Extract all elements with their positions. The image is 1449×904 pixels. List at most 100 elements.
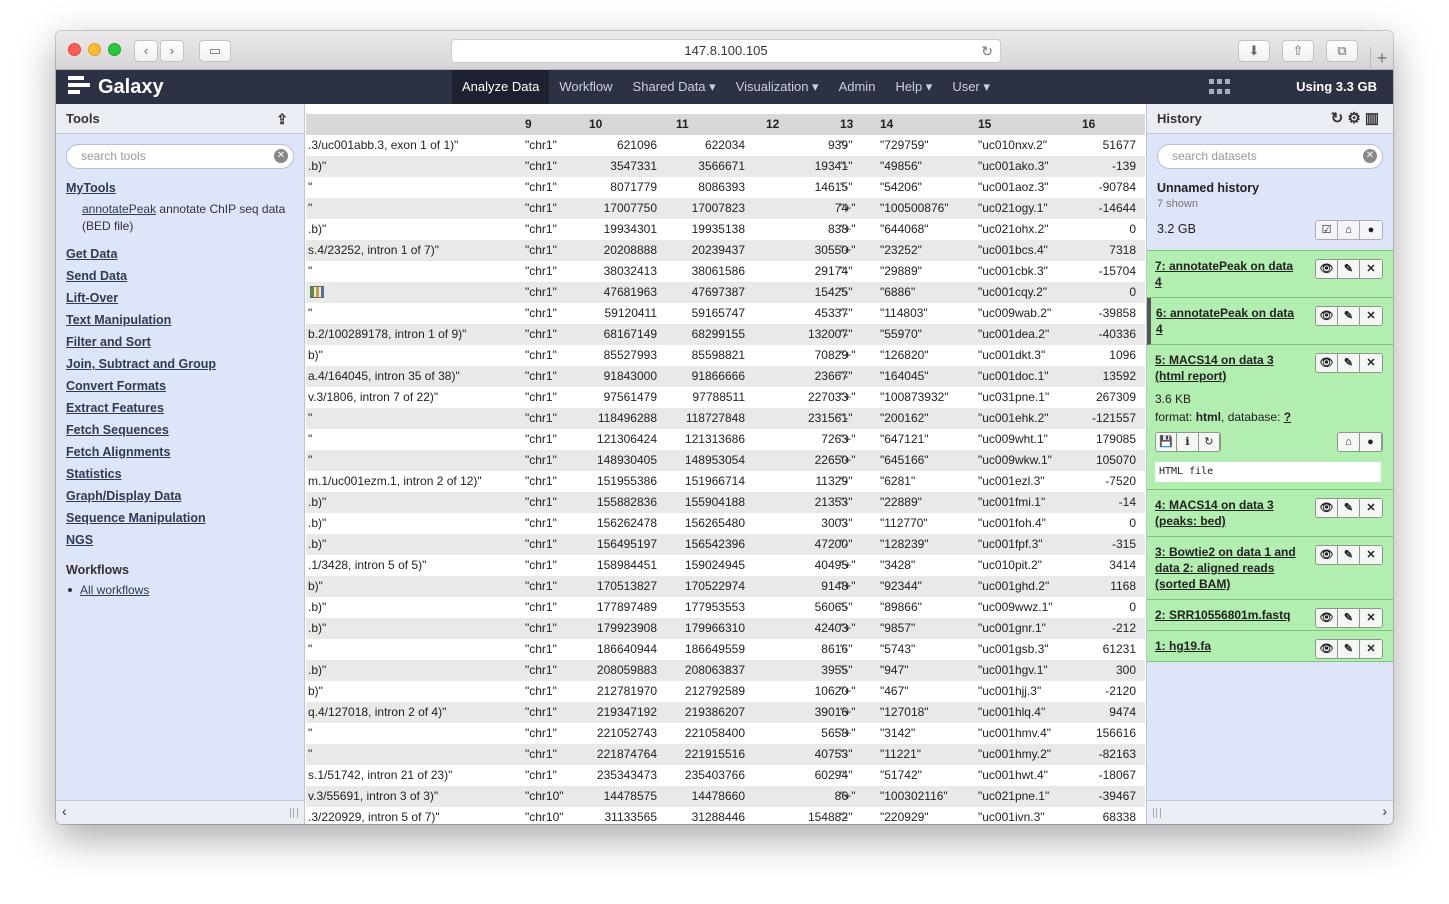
delete-icon[interactable]: ✕ [1360, 260, 1382, 278]
resize-handle[interactable] [290, 808, 298, 818]
pencil-icon[interactable]: ✎ [1338, 354, 1360, 372]
tool-search-input[interactable]: search tools ✕ [66, 144, 294, 169]
tool-annotatepeak-link[interactable]: annotatePeak [82, 202, 156, 216]
nav-analyze-data[interactable]: Analyze Data [452, 70, 550, 104]
pencil-icon[interactable]: ✎ [1338, 307, 1360, 325]
pencil-icon[interactable]: ✎ [1338, 260, 1360, 278]
tool-section-fetch-alignments[interactable]: Fetch Alignments [66, 441, 304, 463]
reload-icon[interactable]: ↻ [981, 40, 993, 62]
dataset-item[interactable]: 2: SRR10556801m.fastq 👁 ✎ ✕ [1147, 600, 1393, 631]
upload-icon[interactable]: ⇪ [276, 104, 288, 134]
eye-icon[interactable]: 👁 [1316, 546, 1338, 564]
tool-section-fetch-sequences[interactable]: Fetch Sequences [66, 419, 304, 441]
resize-handle[interactable] [1153, 808, 1161, 818]
delete-icon[interactable]: ✕ [1360, 640, 1382, 658]
clear-search-icon[interactable]: ✕ [274, 149, 288, 163]
tool-section-get-data[interactable]: Get Data [66, 243, 304, 265]
dataset-title[interactable]: 4: MACS14 on data 3 (peaks: bed) [1155, 498, 1274, 528]
nav-visualization[interactable]: Visualization ▾ [726, 70, 829, 104]
tool-section-statistics[interactable]: Statistics [66, 463, 304, 485]
eye-icon[interactable]: 👁 [1316, 609, 1338, 627]
eye-icon[interactable]: 👁 [1316, 260, 1338, 278]
eye-icon[interactable]: 👁 [1316, 499, 1338, 517]
eye-icon[interactable]: 👁 [1316, 640, 1338, 658]
galaxy-brand[interactable]: Galaxy [68, 76, 164, 99]
tool-section-convert-formats[interactable]: Convert Formats [66, 375, 304, 397]
close-window-button[interactable] [68, 43, 81, 56]
back-button[interactable]: ‹ [134, 40, 158, 62]
dataset-title[interactable]: 5: MACS14 on data 3 (html report) [1155, 353, 1274, 383]
tool-section-lift-over[interactable]: Lift-Over [66, 287, 304, 309]
delete-icon[interactable]: ✕ [1360, 546, 1382, 564]
dataset-item[interactable]: 1: hg19.fa 👁 ✎ ✕ [1147, 631, 1393, 662]
eye-icon[interactable]: 👁 [1316, 354, 1338, 372]
delete-icon[interactable]: ✕ [1360, 307, 1382, 325]
new-tab-icon[interactable]: + [1370, 47, 1393, 70]
tags-icon[interactable]: ⌂ [1338, 433, 1360, 451]
zoom-window-button[interactable] [108, 43, 121, 56]
tags-icon[interactable]: ⌂ [1338, 221, 1360, 239]
tool-section-join-subtract-group[interactable]: Join, Subtract and Group [66, 353, 304, 375]
tool-section-filter-sort[interactable]: Filter and Sort [66, 331, 304, 353]
pencil-icon[interactable]: ✎ [1338, 546, 1360, 564]
tool-section-text-manipulation[interactable]: Text Manipulation [66, 309, 304, 331]
dataset-title[interactable]: 3: Bowtie2 on data 1 and data 2: aligned… [1155, 545, 1296, 591]
tool-section-mytools[interactable]: MyTools [66, 177, 304, 199]
history-name[interactable]: Unnamed history [1157, 181, 1393, 195]
tool-section-send-data[interactable]: Send Data [66, 265, 304, 287]
pencil-icon[interactable]: ✎ [1338, 499, 1360, 517]
annotation-icon[interactable]: ● [1360, 221, 1382, 239]
cell-gene-id: "49856" [880, 159, 922, 173]
nav-help[interactable]: Help ▾ [885, 70, 942, 104]
download-icon[interactable]: 💾 [1156, 433, 1178, 451]
tool-section-ngs[interactable]: NGS [66, 529, 304, 551]
share-icon[interactable]: ⇧ [1282, 40, 1314, 62]
sidebar-toggle-icon[interactable]: ▭ [199, 40, 231, 62]
dataset-item[interactable]: 4: MACS14 on data 3 (peaks: bed) 👁 ✎ ✕ [1147, 490, 1393, 537]
refresh-history-icon[interactable]: ↻ [1331, 110, 1348, 127]
nav-user[interactable]: User ▾ [942, 70, 1000, 104]
pencil-icon[interactable]: ✎ [1338, 609, 1360, 627]
dataset-item-expanded[interactable]: 5: MACS14 on data 3 (html report) 👁 ✎ ✕ 3.… [1147, 345, 1393, 490]
history-options-icon[interactable]: ⚙ [1347, 110, 1364, 127]
cell-transcript: "uc001foh.4" [978, 516, 1046, 530]
all-workflows-link[interactable]: All workflows [68, 583, 304, 597]
dataset-item[interactable]: 6: annotatePeak on data 4 👁 ✎ ✕ [1147, 298, 1393, 345]
address-bar[interactable]: 147.8.100.105 ↻ [451, 39, 1001, 63]
visualize-chart-icon[interactable] [310, 286, 324, 298]
clear-dataset-search-icon[interactable]: ✕ [1363, 149, 1377, 163]
nav-workflow[interactable]: Workflow [549, 70, 622, 104]
forward-button[interactable]: › [160, 40, 184, 62]
collapse-left-icon[interactable]: ‹ [62, 803, 67, 819]
collapse-right-icon[interactable]: › [1382, 803, 1387, 819]
tool-section-extract-features[interactable]: Extract Features [66, 397, 304, 419]
tool-section-graph-display[interactable]: Graph/Display Data [66, 485, 304, 507]
annotation-icon[interactable]: ● [1360, 433, 1382, 451]
info-icon[interactable]: ℹ [1177, 433, 1199, 451]
cell-chrom: "chr10" [525, 810, 564, 824]
delete-icon[interactable]: ✕ [1360, 499, 1382, 517]
switch-views-icon[interactable]: ▥ [1365, 110, 1383, 127]
dataset-item[interactable]: 7: annotatePeak on data 4 👁 ✎ ✕ [1147, 251, 1393, 298]
tabs-overview-icon[interactable]: ⧉ [1326, 40, 1358, 62]
rerun-icon[interactable]: ↻ [1198, 433, 1220, 451]
delete-icon[interactable]: ✕ [1360, 609, 1382, 627]
dataset-title[interactable]: 1: hg19.fa [1155, 639, 1211, 653]
tool-annotatepeak[interactable]: annotatePeak annotate ChIP seq data (BED… [82, 201, 294, 235]
eye-icon[interactable]: 👁 [1316, 307, 1338, 325]
delete-icon[interactable]: ✕ [1360, 354, 1382, 372]
apps-grid-icon[interactable] [1209, 79, 1230, 96]
minimize-window-button[interactable] [88, 43, 101, 56]
pencil-icon[interactable]: ✎ [1338, 640, 1360, 658]
dataset-item[interactable]: 3: Bowtie2 on data 1 and data 2: aligned… [1147, 537, 1393, 600]
dataset-database[interactable]: ? [1284, 410, 1291, 424]
dataset-title[interactable]: 6: annotatePeak on data 4 [1156, 306, 1294, 336]
select-items-icon[interactable]: ☑ [1316, 221, 1338, 239]
downloads-icon[interactable]: ⬇ [1238, 40, 1270, 62]
dataset-title[interactable]: 2: SRR10556801m.fastq [1155, 608, 1290, 622]
dataset-search-input[interactable]: search datasets ✕ [1157, 144, 1383, 169]
nav-shared-data[interactable]: Shared Data ▾ [623, 70, 726, 104]
nav-admin[interactable]: Admin [829, 70, 886, 104]
tool-section-sequence-manipulation[interactable]: Sequence Manipulation [66, 507, 304, 529]
dataset-title[interactable]: 7: annotatePeak on data 4 [1155, 259, 1293, 289]
